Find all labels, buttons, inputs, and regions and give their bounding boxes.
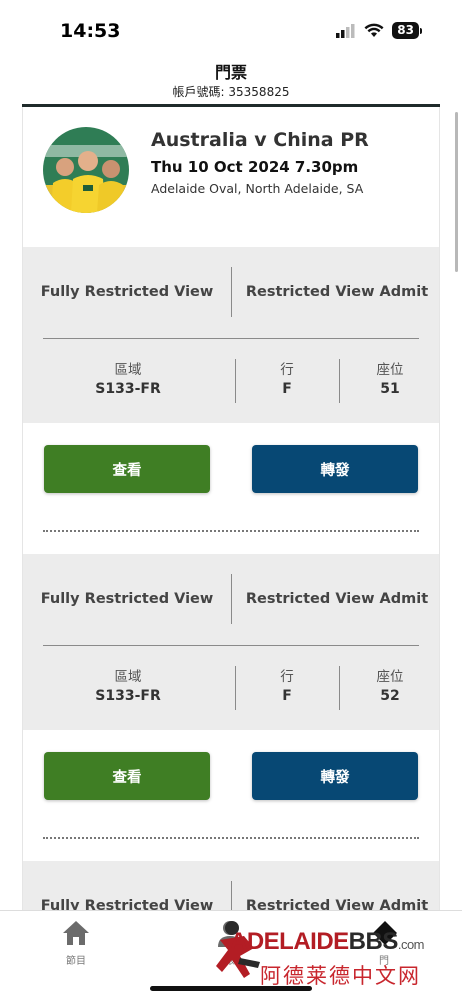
watermark-brand-dark: BBS	[348, 928, 399, 955]
ticket-type-row: Fully Restricted View Restricted View Ad…	[23, 861, 439, 910]
seat-label: 座位	[376, 362, 404, 378]
event-summary: Australia v China PR Thu 10 Oct 2024 7.3…	[23, 107, 439, 247]
scrollbar[interactable]	[455, 112, 458, 272]
tab-label: 節目	[66, 956, 86, 967]
row-value: F	[282, 688, 292, 704]
ticket-card: Fully Restricted View Restricted View Ad…	[23, 861, 439, 910]
section-info: 區域 S133-FR	[83, 361, 173, 399]
event-date: Thu 10 Oct 2024 7.30pm	[151, 158, 359, 176]
row-value: F	[282, 381, 292, 397]
view-ticket-button[interactable]: 查看	[44, 752, 210, 800]
ticket-details: Fully Restricted View Restricted View Ad…	[23, 554, 439, 730]
page-title: 門票	[214, 63, 247, 82]
seat-divider	[235, 359, 236, 403]
type-separator	[43, 645, 419, 646]
ticket-card: Fully Restricted View Restricted View Ad…	[23, 554, 439, 861]
view-ticket-button[interactable]: 查看	[44, 445, 210, 493]
ticket-details: Fully Restricted View Restricted View Ad…	[23, 247, 439, 423]
seat-info: 座位 52	[350, 668, 430, 706]
ticket-admit-type: Restricted View Admit	[245, 284, 429, 300]
seat-divider	[339, 359, 340, 403]
forward-ticket-button[interactable]: 轉發	[252, 445, 418, 493]
ticket-actions: 查看 轉發	[23, 730, 439, 861]
ticket-type-row: Fully Restricted View Restricted View Ad…	[23, 554, 439, 646]
ticket-view-type: Fully Restricted View	[40, 284, 214, 300]
type-divider	[231, 881, 232, 910]
seat-value: 51	[380, 381, 400, 397]
ticket-view-type: Fully Restricted View	[40, 591, 214, 607]
seat-label: 座位	[376, 669, 404, 685]
seat-divider	[235, 666, 236, 710]
page-header: 門票 帳戶號碼: 35358825	[0, 62, 462, 100]
home-indicator[interactable]	[150, 986, 312, 991]
row-info: 行 F	[247, 361, 327, 399]
seat-value: 52	[380, 688, 400, 704]
row-label: 行	[280, 362, 294, 378]
tab-events[interactable]: 節目	[41, 919, 111, 967]
battery-cap	[420, 27, 422, 34]
ticket-card: Fully Restricted View Restricted View Ad…	[23, 247, 439, 554]
status-icons: 83	[336, 22, 422, 39]
event-image	[43, 127, 129, 213]
section-value: S133-FR	[95, 688, 161, 704]
signal-icon	[336, 23, 355, 38]
section-value: S133-FR	[95, 381, 161, 397]
ticket-admit-type: Restricted View Admit	[245, 898, 429, 910]
ticket-dotted-divider	[43, 837, 419, 839]
row-info: 行 F	[247, 668, 327, 706]
event-venue: Adelaide Oval, North Adelaide, SA	[151, 181, 364, 196]
watermark-brand: ADELAIDEBBS.com	[230, 928, 425, 956]
section-info: 區域 S133-FR	[83, 668, 173, 706]
section-label: 區域	[114, 669, 142, 685]
ticket-type-row: Fully Restricted View Restricted View Ad…	[23, 247, 439, 339]
event-title: Australia v China PR	[151, 129, 369, 151]
watermark-suffix: .com	[397, 937, 425, 952]
type-divider	[231, 267, 232, 317]
ticket-view-type: Fully Restricted View	[40, 898, 214, 910]
status-bar: 14:53 83	[0, 0, 462, 60]
account-number: 帳戶號碼: 35358825	[172, 85, 290, 99]
row-label: 行	[280, 669, 294, 685]
ticket-details: Fully Restricted View Restricted View Ad…	[23, 861, 439, 910]
ticket-admit-type: Restricted View Admit	[245, 591, 429, 607]
seat-info: 座位 51	[350, 361, 430, 399]
wifi-icon	[364, 23, 384, 37]
type-separator	[43, 338, 419, 339]
section-label: 區域	[114, 362, 142, 378]
ticket-dotted-divider	[43, 530, 419, 532]
battery-indicator: 83	[392, 22, 419, 39]
watermark-brand-red: ADELAIDE	[230, 928, 349, 955]
tickets-list[interactable]: Australia v China PR Thu 10 Oct 2024 7.3…	[22, 107, 440, 910]
seat-divider	[339, 666, 340, 710]
ticket-actions: 查看 轉發	[23, 423, 439, 554]
status-time: 14:53	[60, 20, 121, 42]
type-divider	[231, 574, 232, 624]
forward-ticket-button[interactable]: 轉發	[252, 752, 418, 800]
home-icon	[63, 921, 89, 945]
